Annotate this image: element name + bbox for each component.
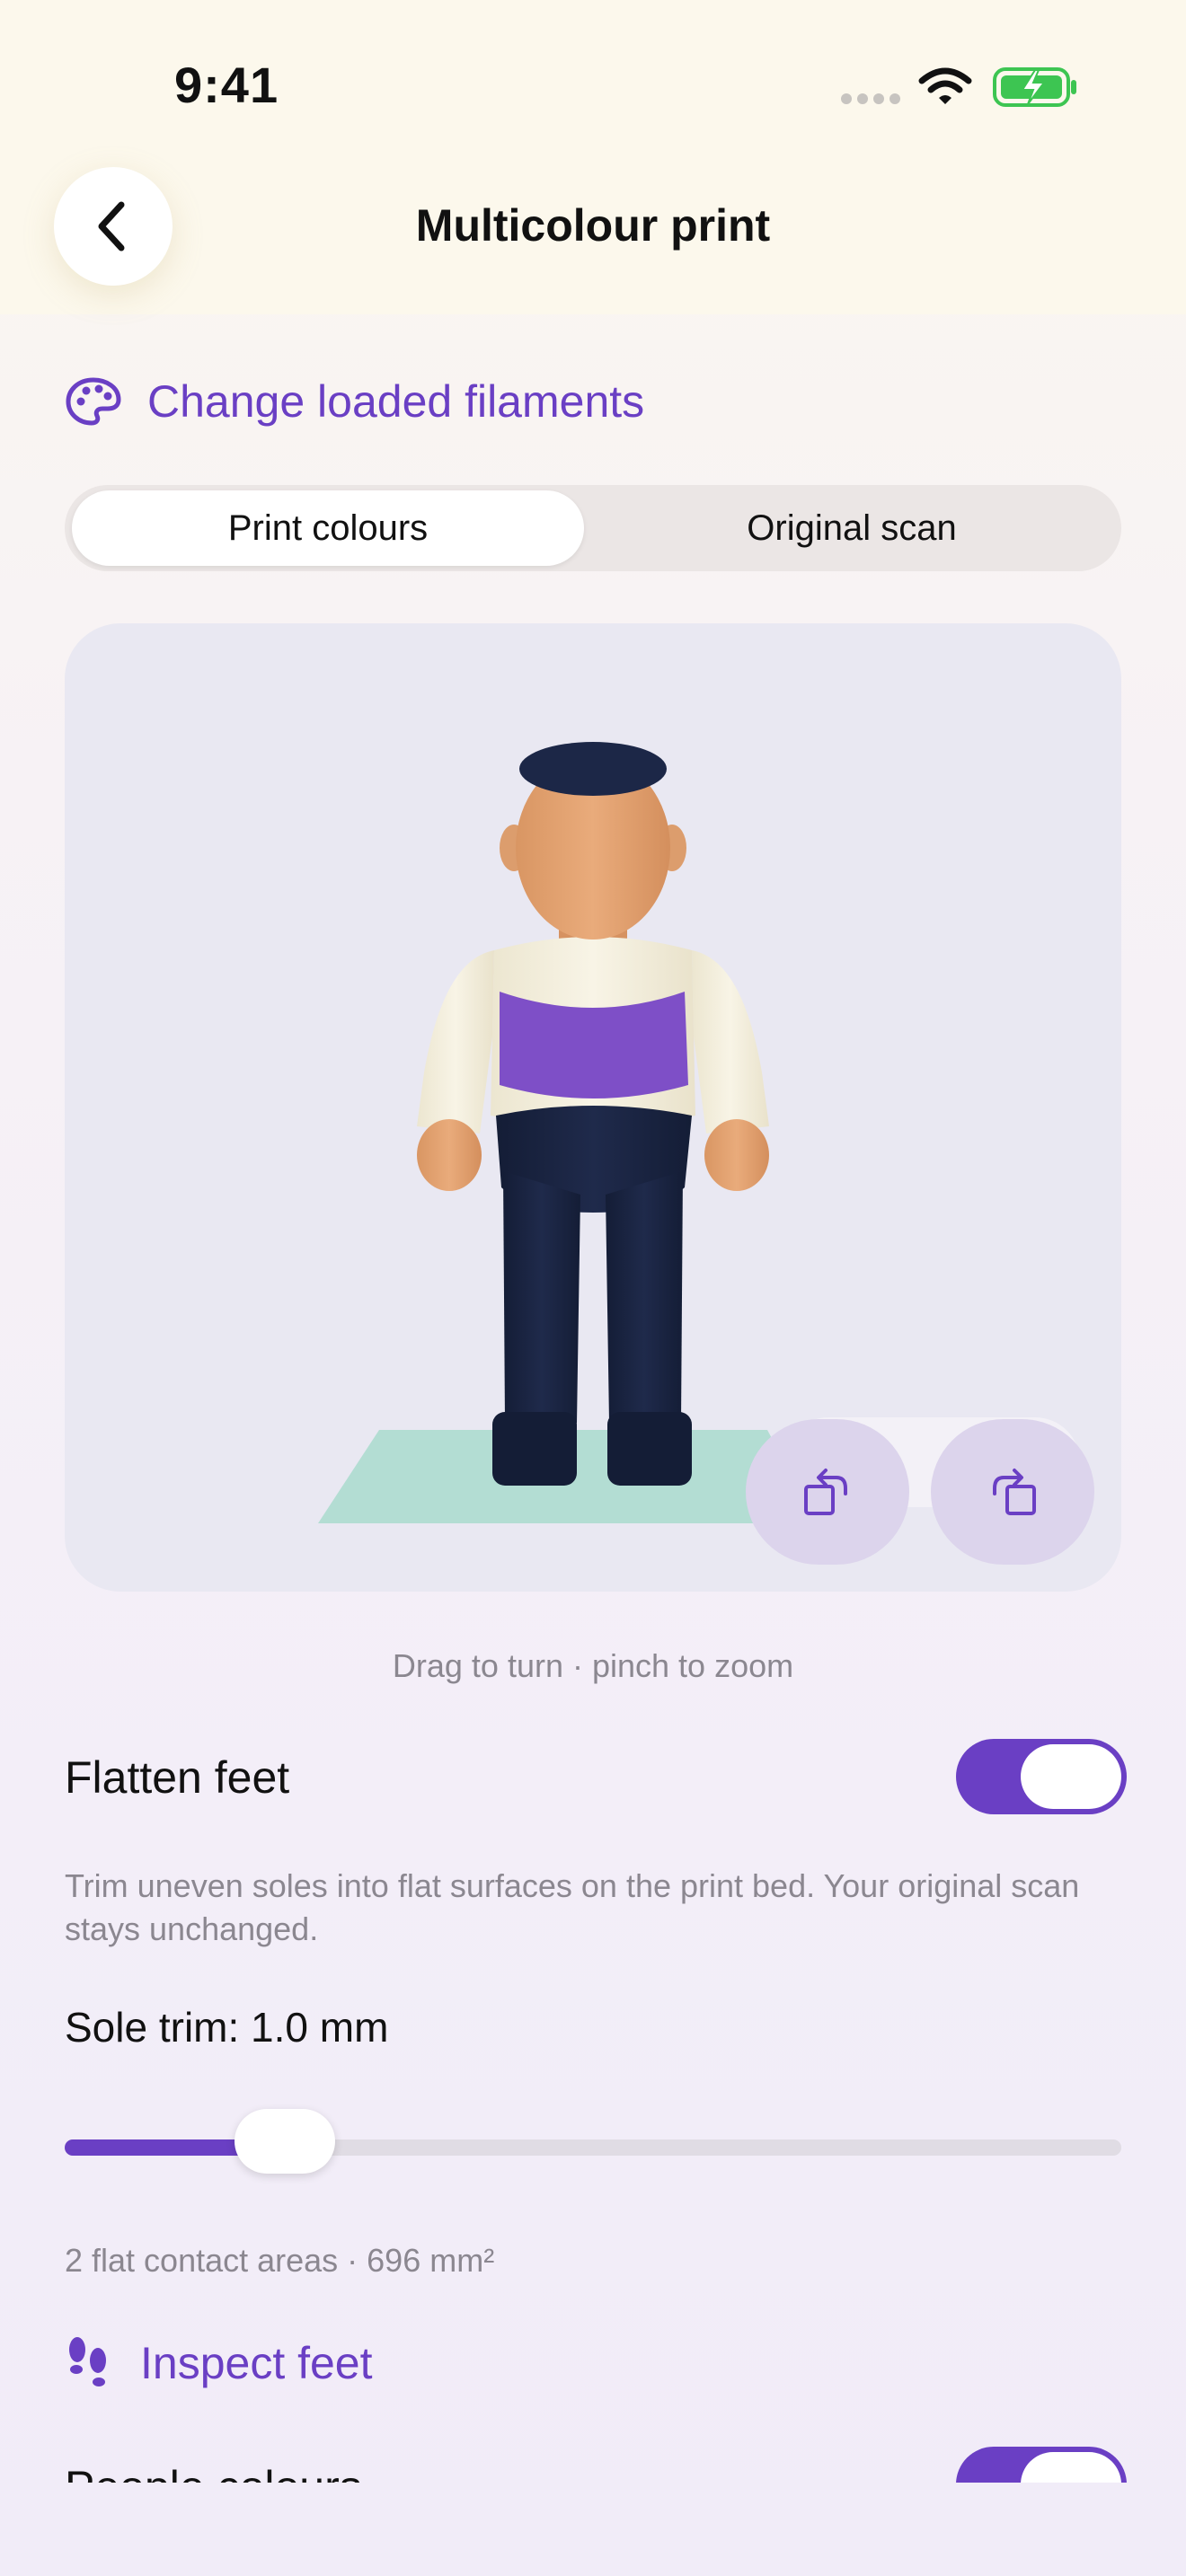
flatten-feet-label: Flatten feet xyxy=(65,1752,290,1803)
inspect-feet-label: Inspect feet xyxy=(140,2338,373,2388)
segment-original-scan[interactable]: Original scan xyxy=(589,490,1114,566)
rotate-left-button[interactable] xyxy=(746,1419,909,1565)
page-title: Multicolour print xyxy=(415,200,771,251)
rotate-right-icon xyxy=(993,1469,1036,1515)
view-mode-segmented-control: Print colours Original scan xyxy=(65,485,1121,571)
people-colours-label: People colours xyxy=(65,2461,362,2483)
palette-icon xyxy=(66,377,121,426)
sole-trim-label: Sole trim: 1.0 mm xyxy=(65,2004,389,2051)
wifi-icon xyxy=(918,67,972,104)
status-time: 9:41 xyxy=(174,57,279,113)
flatten-feet-toggle[interactable] xyxy=(956,1739,1127,1814)
viewer-hint: Drag to turn · pinch to zoom xyxy=(392,1647,794,1684)
change-filaments-link[interactable]: Change loaded filaments xyxy=(65,375,644,428)
change-filaments-label: Change loaded filaments xyxy=(147,376,645,427)
inspect-feet-link[interactable]: Inspect feet xyxy=(65,2335,373,2391)
toggle-knob xyxy=(1021,2452,1121,2483)
cellular-signal-icon xyxy=(841,93,900,104)
people-colours-toggle[interactable] xyxy=(956,2447,1127,2483)
model-viewer[interactable] xyxy=(65,623,1121,1592)
slider-thumb[interactable] xyxy=(235,2109,336,2174)
people-colours-row: People colours xyxy=(0,2425,1186,2483)
toggle-knob xyxy=(1021,1744,1121,1809)
rotate-right-button[interactable] xyxy=(931,1419,1094,1565)
rotate-left-icon xyxy=(804,1469,847,1515)
flatten-feet-description: Trim uneven soles into flat surfaces on … xyxy=(65,1867,1080,1947)
footprints-icon xyxy=(69,2337,106,2386)
segment-print-colours[interactable]: Print colours xyxy=(72,490,584,566)
contact-areas-info: 2 flat contact areas · 696 mm² xyxy=(65,2242,495,2279)
sole-trim-slider[interactable] xyxy=(65,2109,1121,2174)
battery-charging-icon xyxy=(993,67,1076,107)
